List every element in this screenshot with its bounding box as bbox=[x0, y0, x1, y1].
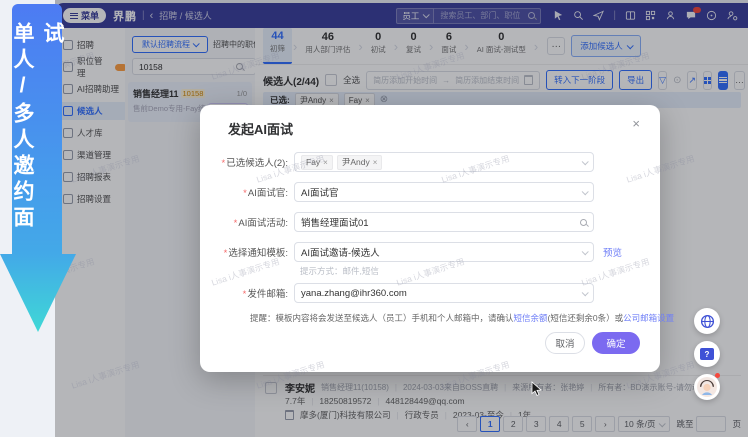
confirm-button[interactable]: 确定 bbox=[592, 332, 640, 354]
template-select[interactable]: AI面试邀请-候选人 bbox=[294, 242, 594, 262]
required-marker: * bbox=[222, 158, 226, 169]
sms-balance-link[interactable]: 短信余额 bbox=[514, 313, 548, 323]
field-label-activity: *AI面试活动: bbox=[200, 215, 288, 229]
mouse-cursor-icon bbox=[531, 381, 543, 397]
notify-method-hint: 提示方式：邮件,短信 bbox=[300, 265, 379, 277]
modal-note: 提醒：模板内容将会发送至候选人（员工）手机和个人邮箱中，请确认短信余额(短信还剩… bbox=[250, 312, 674, 324]
cancel-button[interactable]: 取消 bbox=[545, 332, 585, 354]
ai-interview-modal: 发起AI面试 × ×*已选候选人(2): Fay× 尹Andy× *AI面试官:… bbox=[200, 105, 660, 372]
tutorial-banner: 单人/多人邀约面试 bbox=[12, 4, 62, 254]
remove-tag-icon[interactable]: × bbox=[373, 158, 378, 167]
hint-value: 邮件,短信 bbox=[343, 266, 379, 276]
activity-input[interactable]: 销售经理面试01 bbox=[294, 212, 594, 232]
preview-link[interactable]: 预览 bbox=[603, 245, 622, 259]
note-text: (短信还剩余0条）或 bbox=[548, 313, 624, 323]
banner-text: 单人/多人邀约面试 bbox=[7, 22, 67, 254]
remove-tag-icon[interactable]: × bbox=[323, 158, 328, 167]
activity-value: 销售经理面试01 bbox=[301, 215, 369, 229]
interviewer-value: AI面试官 bbox=[301, 185, 338, 199]
required-marker: * bbox=[243, 188, 247, 199]
template-value: AI面试邀请-候选人 bbox=[301, 245, 380, 259]
modal-title: 发起AI面试 bbox=[228, 119, 293, 138]
screenshot-root: 菜单 界鹏 | ‹ 招聘 / 候选人 员工 | bbox=[0, 0, 748, 437]
candidate-tag[interactable]: 尹Andy× bbox=[337, 155, 383, 170]
note-text: 提醒：模板内容将会发送至候选人（员工）手机和个人邮箱中，请确认 bbox=[250, 313, 514, 323]
avatar-badge bbox=[715, 373, 720, 378]
avatar bbox=[697, 377, 717, 397]
manual-book-icon: ? bbox=[700, 348, 714, 360]
required-marker: * bbox=[243, 289, 247, 300]
interviewer-select[interactable]: AI面试官 bbox=[294, 182, 594, 202]
chevron-down-icon bbox=[582, 248, 589, 255]
language-globe-button[interactable] bbox=[694, 308, 720, 334]
help-manual-button[interactable]: ? bbox=[694, 341, 720, 367]
candidate-tag[interactable]: Fay× bbox=[301, 155, 333, 170]
close-icon[interactable]: × bbox=[632, 117, 640, 131]
field-label-template: *选择通知模板: bbox=[200, 245, 288, 259]
tag-label: Fay bbox=[306, 157, 320, 167]
search-icon bbox=[580, 219, 587, 226]
globe-icon bbox=[700, 314, 715, 329]
required-marker: * bbox=[224, 248, 228, 259]
user-avatar-button[interactable] bbox=[694, 374, 720, 400]
sender-value: yana.zhang@ihr360.com bbox=[301, 288, 407, 299]
candidates-select[interactable]: Fay× 尹Andy× bbox=[294, 152, 594, 172]
field-label-candidates: ×*已选候选人(2): bbox=[200, 155, 288, 169]
hint-label: 提示方式： bbox=[300, 266, 343, 276]
chevron-down-icon bbox=[582, 289, 589, 296]
chevron-down-icon bbox=[582, 188, 589, 195]
sender-select[interactable]: yana.zhang@ihr360.com bbox=[294, 283, 594, 303]
field-label-sender: *发件邮箱: bbox=[200, 286, 288, 300]
company-email-settings-link[interactable]: 公司邮箱设置 bbox=[623, 313, 674, 323]
tag-label: 尹Andy bbox=[342, 156, 370, 168]
field-label-interviewer: *AI面试官: bbox=[200, 185, 288, 199]
required-marker: * bbox=[234, 218, 238, 229]
chevron-down-icon bbox=[582, 158, 589, 165]
